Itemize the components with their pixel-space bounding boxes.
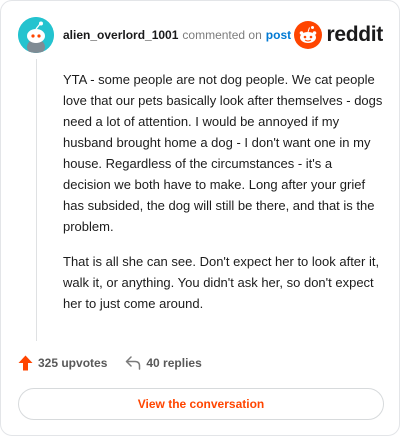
comment-paragraph: YTA - some people are not dog people. We… — [63, 72, 383, 234]
upvote-arrow-icon — [18, 355, 33, 371]
action-text: commented on — [182, 28, 262, 42]
avatar[interactable] — [18, 17, 54, 53]
reddit-wordmark: reddit — [326, 23, 383, 46]
reply-arrow-icon — [126, 356, 141, 370]
thread-line — [36, 59, 37, 341]
comment-header: alien_overlord_1001 commented on post redd… — [18, 17, 383, 53]
comment-paragraph: That is all she can see. Don't expect he… — [63, 254, 380, 311]
comment-embed-card: alien_overlord_1001 commented on post redd… — [0, 0, 400, 436]
reddit-logo[interactable]: reddit — [294, 21, 383, 49]
view-conversation-button[interactable]: View the conversation — [18, 388, 384, 420]
post-link[interactable]: post — [266, 28, 291, 42]
comment-body: YTA - some people are not dog people. We… — [63, 69, 383, 328]
upvote-control[interactable]: 325 upvotes — [18, 355, 107, 371]
username[interactable]: alien_overlord_1001 — [63, 28, 178, 42]
replies-control[interactable]: 40 replies — [125, 356, 202, 370]
upvote-count: 325 upvotes — [38, 356, 108, 370]
comment-meta: alien_overlord_1001 commented on post — [63, 27, 291, 43]
snoo-avatar-icon — [18, 17, 54, 53]
reply-count: 40 replies — [146, 356, 202, 370]
comment-footer: 325 upvotes 40 replies — [18, 352, 202, 374]
reddit-snoo-logo-icon — [294, 21, 323, 49]
